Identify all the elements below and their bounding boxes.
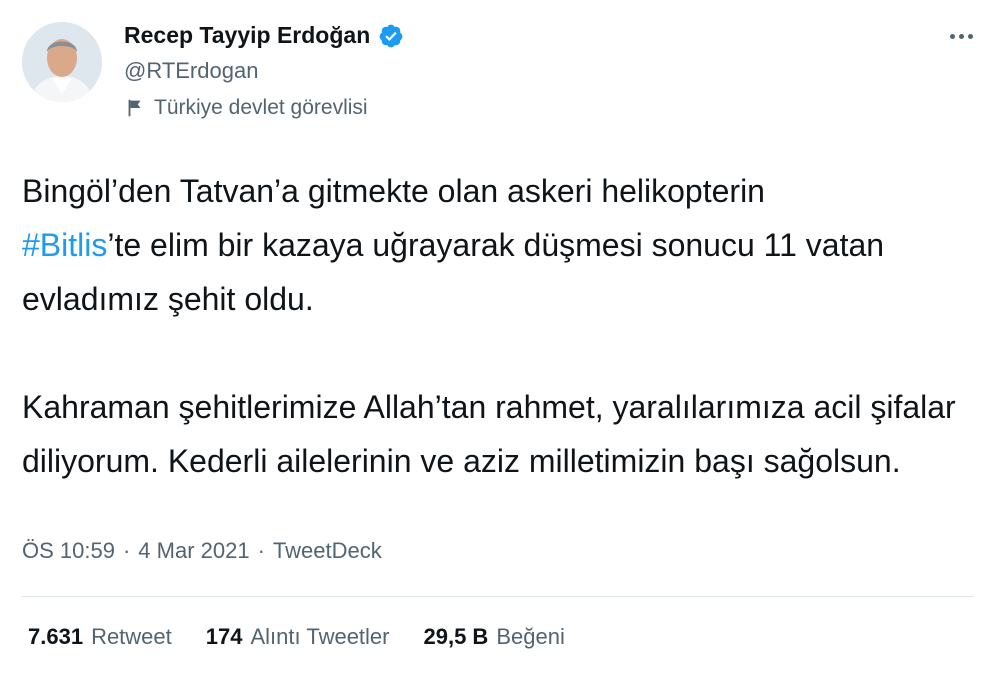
- tweet-date[interactable]: 4 Mar 2021: [138, 538, 249, 564]
- tweet-paragraph-2: Kahraman şehitlerimize Allah’tan rahmet,…: [22, 389, 956, 479]
- retweets-count: 7.631: [28, 624, 84, 649]
- flag-icon: [128, 99, 141, 117]
- meta-separator: ·: [257, 538, 265, 563]
- tweet-time[interactable]: ÖS 10:59: [22, 538, 115, 564]
- author-handle[interactable]: @RTErdogan: [124, 58, 258, 84]
- tweet-line-2: ’te elim bir kazaya uğrayarak düşmesi so…: [22, 227, 885, 317]
- author-name-row: Recep Tayyip Erdoğan: [124, 22, 404, 49]
- quote-tweets-count: 174: [205, 624, 243, 649]
- tweet-metadata: ÖS 10:59 · 4 Mar 2021 · TweetDeck: [22, 538, 382, 564]
- avatar-image: [22, 22, 102, 102]
- tweet-paragraph-1: Bingöl’den Tatvan’a gitmekte olan askeri…: [22, 164, 972, 326]
- tweet-source[interactable]: TweetDeck: [273, 538, 382, 564]
- likes-stat[interactable]: 29,5 B Beğeni: [424, 624, 565, 650]
- tweet-text: Bingöl’den Tatvan’a gitmekte olan askeri…: [22, 164, 972, 488]
- quote-tweets-stat[interactable]: 174 Alıntı Tweetler: [206, 624, 390, 650]
- affiliation-label: Türkiye devlet görevlisi: [124, 96, 368, 120]
- likes-label: Beğeni: [496, 624, 565, 649]
- hashtag-link[interactable]: #Bitlis: [22, 227, 107, 263]
- avatar[interactable]: [22, 22, 102, 102]
- more-dot: [949, 33, 955, 39]
- divider: [22, 596, 974, 597]
- tweet-stats: 7.631 Retweet 174 Alıntı Tweetler 29,5 B…: [28, 624, 565, 650]
- meta-separator: ·: [122, 538, 131, 563]
- retweets-stat[interactable]: 7.631 Retweet: [28, 624, 172, 650]
- verified-badge-icon: [379, 24, 403, 47]
- author-display-name[interactable]: Recep Tayyip Erdoğan: [124, 22, 370, 49]
- tweet-line-1: Bingöl’den Tatvan’a gitmekte olan askeri…: [22, 173, 765, 209]
- likes-count: 29,5 B: [423, 624, 489, 649]
- more-dot: [958, 33, 964, 39]
- more-dot: [967, 33, 973, 39]
- quote-tweets-label: Alıntı Tweetler: [250, 624, 390, 649]
- more-options-button[interactable]: [944, 24, 978, 48]
- retweets-label: Retweet: [91, 624, 172, 649]
- affiliation-label-text: Türkiye devlet görevlisi: [154, 96, 368, 119]
